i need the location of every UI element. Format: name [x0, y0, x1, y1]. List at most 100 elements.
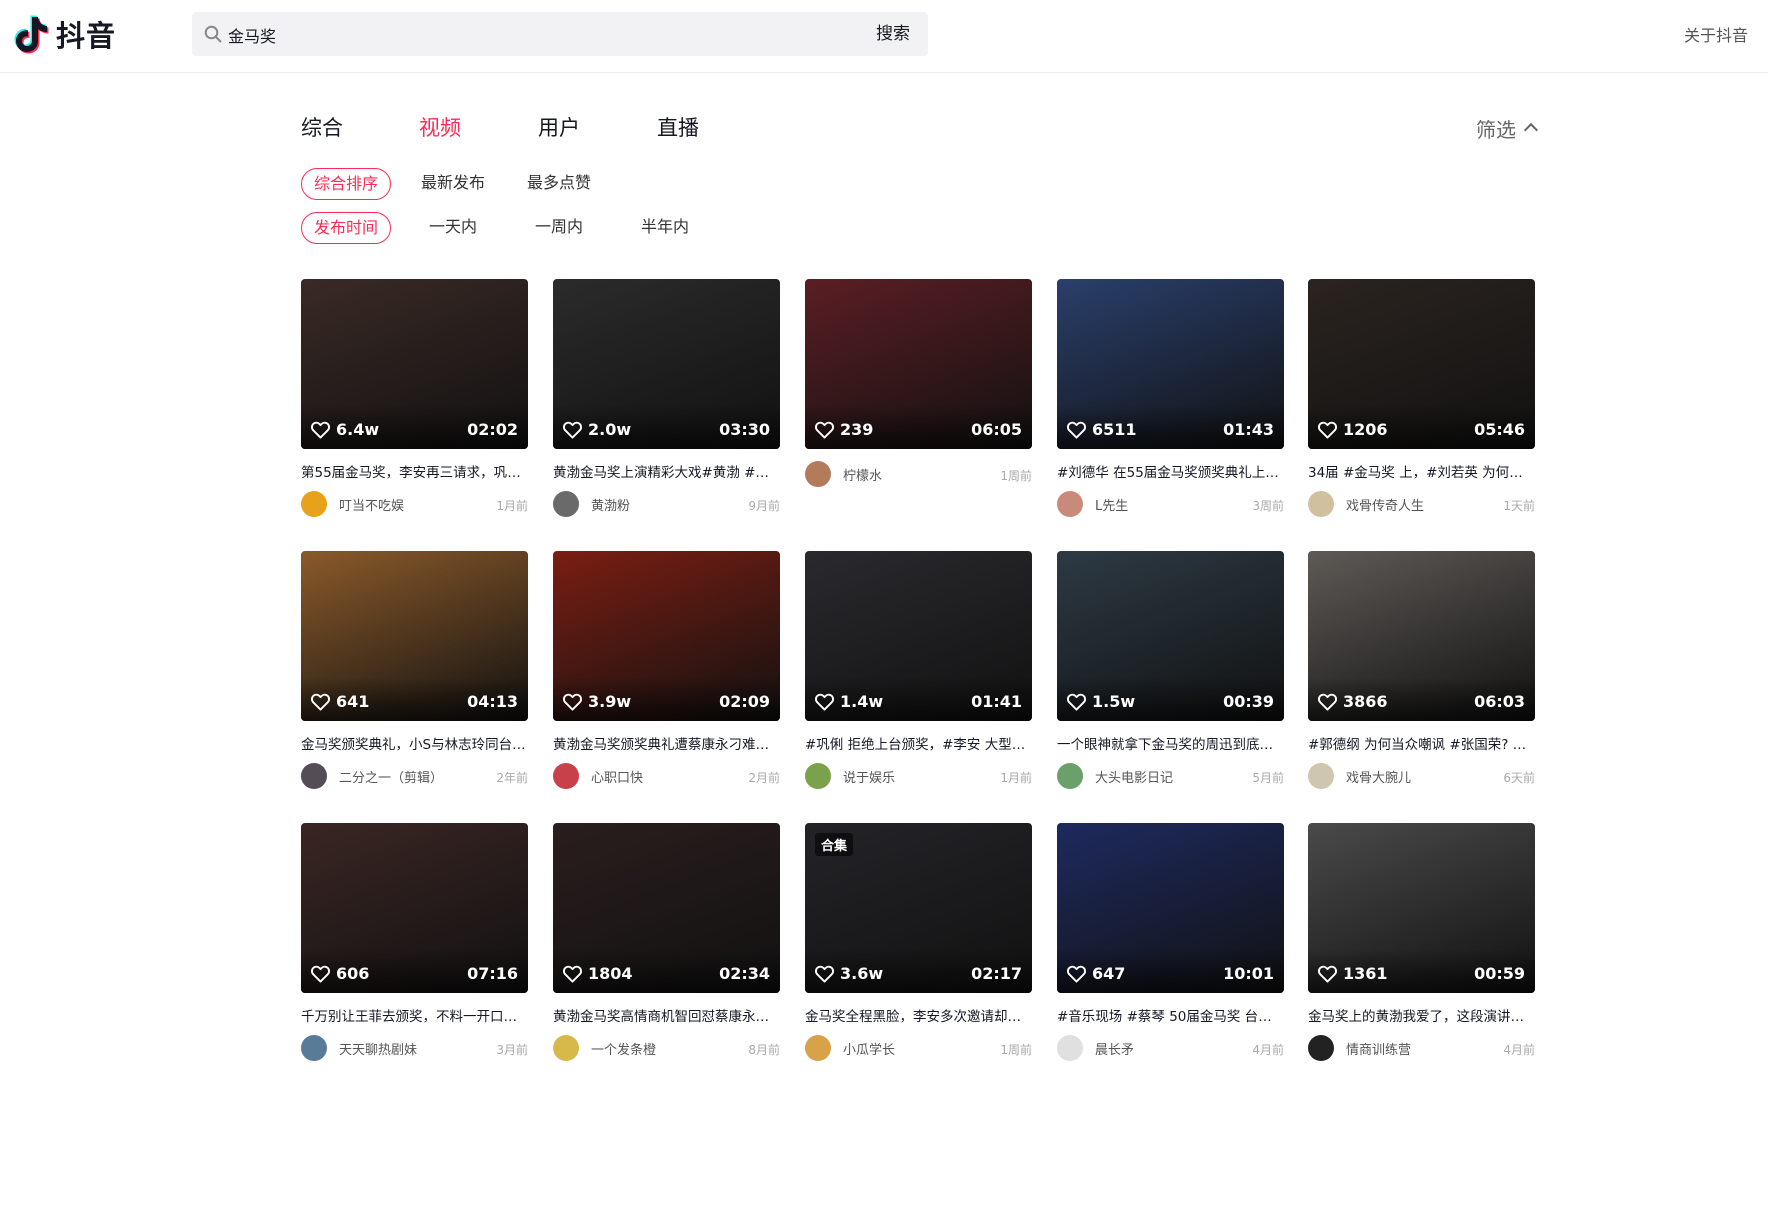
author-avatar[interactable] [805, 763, 831, 789]
author-name[interactable]: 柠檬水 [843, 465, 882, 484]
video-title[interactable]: 金马奖颁奖典礼，小S与林志玲同台主持 [301, 733, 528, 753]
like-count: 641 [311, 692, 369, 711]
author-name[interactable]: 说于娱乐 [843, 767, 895, 786]
video-card[interactable]: 647 10:01 #音乐现场 #蔡琴 50届金马奖 台下明星全体起立晨长矛 4月前 [1057, 823, 1284, 1063]
author-avatar[interactable] [805, 1035, 831, 1061]
video-card[interactable]: 6.4w 02:02 第55届金马奖，李安再三请求，巩俐上台颁奖叮当不吃娱 1月前 [301, 279, 528, 519]
video-meta: 天天聊热剧妹 3月前 [301, 1035, 528, 1061]
video-meta: 大头电影日记 5月前 [1057, 763, 1284, 789]
video-thumbnail[interactable]: 1206 05:46 [1308, 279, 1535, 449]
video-title[interactable]: 第55届金马奖，李安再三请求，巩俐上台颁奖 [301, 461, 528, 481]
video-thumbnail[interactable]: 647 10:01 [1057, 823, 1284, 993]
author-avatar[interactable] [1057, 491, 1083, 517]
video-title[interactable]: 一个眼神就拿下金马奖的周迅到底有多厉害 [1057, 733, 1284, 753]
search-button[interactable]: 搜索 [876, 12, 910, 56]
video-thumbnail[interactable]: 3.9w 02:09 [553, 551, 780, 721]
video-thumbnail[interactable]: 6511 01:43 [1057, 279, 1284, 449]
video-card[interactable]: 1361 00:59 金马奖上的黄渤我爱了，这段演讲太精彩了情商训练营 4月前 [1308, 823, 1535, 1063]
video-card[interactable]: 606 07:16 千万别让王菲去颁奖，不料一开口全场爆笑天天聊热剧妹 3月前 [301, 823, 528, 1063]
time-half-year-chip[interactable]: 半年内 [641, 212, 689, 242]
video-card[interactable]: 2.0w 03:30 黄渤金马奖上演精彩大戏#黄渤 #金马奖黄渤粉 9月前 [553, 279, 780, 519]
video-title[interactable]: #音乐现场 #蔡琴 50届金马奖 台下明星全体起立 [1057, 1005, 1284, 1025]
video-meta: 戏骨传奇人生 1天前 [1308, 491, 1535, 517]
video-title[interactable]: 千万别让王菲去颁奖，不料一开口全场爆笑 [301, 1005, 528, 1025]
author-name[interactable]: 晨长矛 [1095, 1039, 1134, 1058]
video-title[interactable]: 34届 #金马奖 上，#刘若英 为何公开说出 [1308, 461, 1535, 481]
author-name[interactable]: 黄渤粉 [591, 495, 630, 514]
author-avatar[interactable] [553, 1035, 579, 1061]
publish-time-chip[interactable]: 发布时间 [301, 212, 392, 244]
video-thumbnail[interactable]: 3866 06:03 [1308, 551, 1535, 721]
author-avatar[interactable] [301, 763, 327, 789]
author-avatar[interactable] [1057, 763, 1083, 789]
video-thumbnail[interactable]: 合集 3.6w 02:17 [805, 823, 1032, 993]
video-card[interactable]: 合集 3.6w 02:17 金马奖全程黑脸，李安多次邀请却拒绝上台小瓜学长 1周前 [805, 823, 1032, 1063]
douyin-logo[interactable]: 抖音 [12, 12, 116, 56]
author-name[interactable]: 小瓜学长 [843, 1039, 895, 1058]
search-input[interactable] [226, 12, 850, 58]
video-duration: 03:30 [719, 420, 770, 439]
author-name[interactable]: 戏骨传奇人生 [1346, 495, 1424, 514]
filter-toggle-label: 筛选 [1476, 118, 1516, 142]
video-card[interactable]: 6511 01:43 #刘德华 在55届金马奖颁奖典礼上，获最佳男主角 L先生 3周前 [1057, 279, 1284, 519]
author-name[interactable]: 戏骨大腕儿 [1346, 767, 1411, 786]
video-thumbnail[interactable]: 1.5w 00:39 [1057, 551, 1284, 721]
search-icon [204, 25, 222, 43]
tab-general[interactable]: 综合 [301, 112, 343, 142]
video-card[interactable]: 1.5w 00:39 一个眼神就拿下金马奖的周迅到底有多厉害大头电影日记 5月前 [1057, 551, 1284, 791]
tab-video[interactable]: 视频 [419, 112, 461, 142]
author-name[interactable]: 天天聊热剧妹 [339, 1039, 417, 1058]
sort-comprehensive-chip[interactable]: 综合排序 [301, 168, 392, 200]
video-thumbnail[interactable]: 6.4w 02:02 [301, 279, 528, 449]
video-card[interactable]: 3.9w 02:09 黄渤金马奖颁奖典礼遭蔡康永刁难，黄渤机智回应心职口快 2月前 [553, 551, 780, 791]
author-name[interactable]: 二分之一（剪辑） [339, 767, 443, 786]
author-avatar[interactable] [553, 763, 579, 789]
video-card[interactable]: 239 06:05 柠檬水 1周前 [805, 279, 1032, 519]
author-avatar[interactable] [301, 1035, 327, 1061]
video-title[interactable]: 金马奖全程黑脸，李安多次邀请却拒绝上台 [805, 1005, 1032, 1025]
time-one-week-chip[interactable]: 一周内 [535, 212, 583, 242]
author-name[interactable]: 情商训练营 [1346, 1039, 1411, 1058]
video-thumbnail[interactable]: 1804 02:34 [553, 823, 780, 993]
video-card[interactable]: 641 04:13 金马奖颁奖典礼，小S与林志玲同台主持 二分之一（剪辑） 2年前 [301, 551, 528, 791]
video-card[interactable]: 1206 05:46 34届 #金马奖 上，#刘若英 为何公开说出戏骨传奇人生 1天前 [1308, 279, 1535, 519]
author-name[interactable]: L先生 [1095, 495, 1128, 514]
author-name[interactable]: 心职口快 [591, 767, 643, 786]
video-thumbnail[interactable]: 1361 00:59 [1308, 823, 1535, 993]
video-title[interactable]: #巩俐 拒绝上台颁奖，#李安 大型社死现场 [805, 733, 1032, 753]
video-card[interactable]: 3866 06:03 #郭德纲 为何当众嘲讽 #张国荣? #金马奖戏骨大腕儿 6天前 [1308, 551, 1535, 791]
author-avatar[interactable] [1308, 1035, 1334, 1061]
like-count: 3866 [1318, 692, 1388, 711]
author-avatar[interactable] [301, 491, 327, 517]
video-card[interactable]: 1.4w 01:41 #巩俐 拒绝上台颁奖，#李安 大型社死现场说于娱乐 1月前 [805, 551, 1032, 791]
video-meta: 黄渤粉 9月前 [553, 491, 780, 517]
tab-user[interactable]: 用户 [538, 112, 580, 142]
author-name[interactable]: 一个发条橙 [591, 1039, 656, 1058]
tab-live[interactable]: 直播 [657, 112, 699, 142]
sort-latest-chip[interactable]: 最新发布 [421, 168, 485, 198]
video-thumbnail[interactable]: 641 04:13 [301, 551, 528, 721]
video-title[interactable]: 金马奖上的黄渤我爱了，这段演讲太精彩了 [1308, 1005, 1535, 1025]
author-avatar[interactable] [1057, 1035, 1083, 1061]
about-link[interactable]: 关于抖音 [1684, 22, 1748, 46]
video-title[interactable]: #郭德纲 为何当众嘲讽 #张国荣? #金马奖 [1308, 733, 1535, 753]
video-thumbnail[interactable]: 2.0w 03:30 [553, 279, 780, 449]
author-name[interactable]: 叮当不吃娱 [339, 495, 404, 514]
video-title[interactable]: 黄渤金马奖上演精彩大戏#黄渤 #金马奖 [553, 461, 780, 481]
video-title[interactable]: #刘德华 在55届金马奖颁奖典礼上，获最佳男主角 [1057, 461, 1284, 481]
like-count-text: 6511 [1092, 420, 1137, 439]
video-title[interactable]: 黄渤金马奖颁奖典礼遭蔡康永刁难，黄渤机智回应 [553, 733, 780, 753]
video-card[interactable]: 1804 02:34 黄渤金马奖高情商机智回怼蔡康永，全场笑翻一个发条橙 8月前 [553, 823, 780, 1063]
author-avatar[interactable] [553, 491, 579, 517]
author-avatar[interactable] [805, 461, 831, 487]
sort-most-liked-chip[interactable]: 最多点赞 [527, 168, 591, 198]
author-name[interactable]: 大头电影日记 [1095, 767, 1173, 786]
author-avatar[interactable] [1308, 763, 1334, 789]
video-title[interactable]: 黄渤金马奖高情商机智回怼蔡康永，全场笑翻 [553, 1005, 780, 1025]
time-one-day-chip[interactable]: 一天内 [429, 212, 477, 242]
author-avatar[interactable] [1308, 491, 1334, 517]
video-thumbnail[interactable]: 239 06:05 [805, 279, 1032, 449]
filter-toggle-button[interactable]: 筛选 [1476, 114, 1539, 143]
video-thumbnail[interactable]: 606 07:16 [301, 823, 528, 993]
video-thumbnail[interactable]: 1.4w 01:41 [805, 551, 1032, 721]
